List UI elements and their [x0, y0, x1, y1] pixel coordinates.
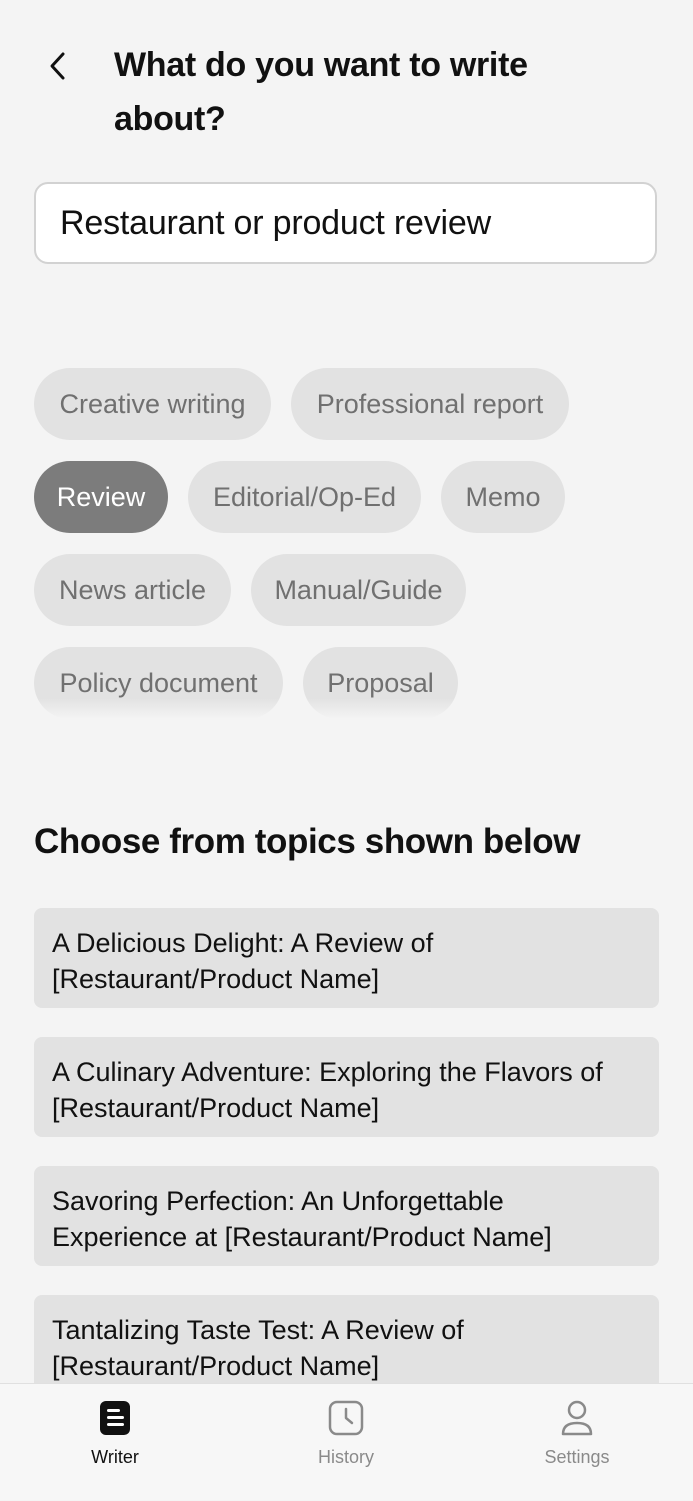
topic-list: A Delicious Delight: A Review of [Restau…	[34, 908, 659, 1383]
topic-input[interactable]: Restaurant or product review	[34, 182, 657, 264]
chevron-left-icon	[50, 52, 65, 80]
chip-label: Policy document	[59, 667, 258, 698]
tab-bar: Writer History Settings	[0, 1383, 693, 1500]
chip-news-article[interactable]: News article	[34, 554, 231, 626]
writer-icon	[100, 1401, 130, 1435]
chip-hidden[interactable]	[34, 296, 150, 328]
chip-hidden[interactable]	[34, 740, 224, 758]
chip-hidden[interactable]	[176, 296, 416, 328]
chip-proposal[interactable]: Proposal	[303, 647, 458, 719]
chip-memo[interactable]: Memo	[441, 461, 565, 533]
back-button[interactable]	[38, 46, 78, 86]
tab-settings[interactable]: Settings	[507, 1384, 647, 1501]
chip-creative-writing[interactable]: Creative writing	[34, 368, 271, 440]
topic-input-value: Restaurant or product review	[60, 203, 491, 242]
category-chips: Creative writing Professional report Rev…	[0, 296, 693, 758]
person-icon	[561, 1400, 593, 1436]
chip-label: Manual/Guide	[274, 574, 443, 605]
clock-icon	[328, 1400, 364, 1436]
chip-professional-report[interactable]: Professional report	[291, 368, 569, 440]
chip-label: Memo	[465, 481, 541, 512]
chip-policy-document[interactable]: Policy document	[34, 647, 283, 719]
chip-editorial-op-ed[interactable]: Editorial/Op-Ed	[188, 461, 421, 533]
tab-label: Writer	[91, 1447, 139, 1467]
topic-card[interactable]: A Culinary Adventure: Exploring the Flav…	[34, 1037, 659, 1137]
header: What do you want to write about?	[0, 0, 693, 160]
tab-history[interactable]: History	[276, 1384, 416, 1501]
chip-review[interactable]: Review	[34, 461, 168, 533]
chip-label: Professional report	[316, 388, 544, 419]
topic-card[interactable]: Tantalizing Taste Test: A Review of [Res…	[34, 1295, 659, 1383]
topic-card[interactable]: A Delicious Delight: A Review of [Restau…	[34, 908, 659, 1008]
tab-label: History	[317, 1447, 374, 1467]
chip-label: Review	[56, 481, 146, 512]
topics-heading: Choose from topics shown below	[34, 822, 581, 861]
chip-manual-guide[interactable]: Manual/Guide	[251, 554, 466, 626]
chip-label: Creative writing	[59, 388, 246, 419]
chip-label: News article	[58, 574, 207, 605]
chip-label: Proposal	[327, 667, 434, 698]
chip-hidden[interactable]	[244, 740, 506, 758]
chip-label: Editorial/Op-Ed	[212, 481, 397, 512]
tab-writer[interactable]: Writer	[45, 1384, 185, 1501]
page-title: What do you want to write about?	[114, 46, 528, 138]
topic-card[interactable]: Savoring Perfection: An Unforgettable Ex…	[34, 1166, 659, 1266]
tab-label: Settings	[544, 1447, 610, 1467]
